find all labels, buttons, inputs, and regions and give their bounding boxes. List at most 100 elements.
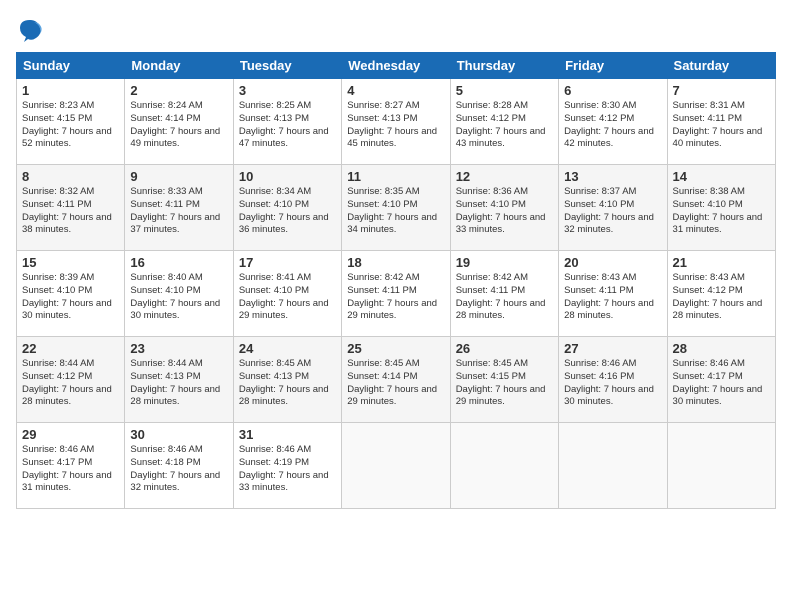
sunset-text: Sunset: 4:12 PM	[564, 113, 634, 124]
daylight-text: Daylight: 7 hours and 32 minutes.	[130, 470, 220, 494]
daylight-text: Daylight: 7 hours and 37 minutes.	[130, 212, 220, 236]
daylight-text: Daylight: 7 hours and 38 minutes.	[22, 212, 112, 236]
table-row: 2 Sunrise: 8:24 AM Sunset: 4:14 PM Dayli…	[125, 79, 233, 165]
sunrise-text: Sunrise: 8:45 AM	[347, 358, 419, 369]
table-row: 12 Sunrise: 8:36 AM Sunset: 4:10 PM Dayl…	[450, 165, 558, 251]
sunrise-text: Sunrise: 8:46 AM	[673, 358, 745, 369]
daylight-text: Daylight: 7 hours and 28 minutes.	[564, 298, 654, 322]
sunrise-text: Sunrise: 8:43 AM	[564, 272, 636, 283]
day-info: Sunrise: 8:25 AM Sunset: 4:13 PM Dayligh…	[239, 100, 336, 151]
table-row: 3 Sunrise: 8:25 AM Sunset: 4:13 PM Dayli…	[233, 79, 341, 165]
day-info: Sunrise: 8:34 AM Sunset: 4:10 PM Dayligh…	[239, 186, 336, 237]
sunset-text: Sunset: 4:12 PM	[456, 113, 526, 124]
day-number: 8	[22, 169, 119, 184]
sunset-text: Sunset: 4:10 PM	[347, 199, 417, 210]
daylight-text: Daylight: 7 hours and 28 minutes.	[456, 298, 546, 322]
daylight-text: Daylight: 7 hours and 31 minutes.	[673, 212, 763, 236]
daylight-text: Daylight: 7 hours and 52 minutes.	[22, 126, 112, 150]
day-number: 27	[564, 341, 661, 356]
table-row	[450, 423, 558, 509]
daylight-text: Daylight: 7 hours and 28 minutes.	[239, 384, 329, 408]
day-info: Sunrise: 8:41 AM Sunset: 4:10 PM Dayligh…	[239, 272, 336, 323]
table-row: 9 Sunrise: 8:33 AM Sunset: 4:11 PM Dayli…	[125, 165, 233, 251]
sunrise-text: Sunrise: 8:23 AM	[22, 100, 94, 111]
sunrise-text: Sunrise: 8:42 AM	[347, 272, 419, 283]
daylight-text: Daylight: 7 hours and 40 minutes.	[673, 126, 763, 150]
table-row: 25 Sunrise: 8:45 AM Sunset: 4:14 PM Dayl…	[342, 337, 450, 423]
logo	[16, 16, 48, 44]
table-row: 18 Sunrise: 8:42 AM Sunset: 4:11 PM Dayl…	[342, 251, 450, 337]
day-number: 24	[239, 341, 336, 356]
sunrise-text: Sunrise: 8:25 AM	[239, 100, 311, 111]
day-number: 13	[564, 169, 661, 184]
table-row: 1 Sunrise: 8:23 AM Sunset: 4:15 PM Dayli…	[17, 79, 125, 165]
table-row: 26 Sunrise: 8:45 AM Sunset: 4:15 PM Dayl…	[450, 337, 558, 423]
col-wednesday: Wednesday	[342, 53, 450, 79]
day-number: 12	[456, 169, 553, 184]
table-row: 20 Sunrise: 8:43 AM Sunset: 4:11 PM Dayl…	[559, 251, 667, 337]
table-row	[342, 423, 450, 509]
day-info: Sunrise: 8:33 AM Sunset: 4:11 PM Dayligh…	[130, 186, 227, 237]
table-row: 7 Sunrise: 8:31 AM Sunset: 4:11 PM Dayli…	[667, 79, 775, 165]
sunset-text: Sunset: 4:13 PM	[130, 371, 200, 382]
sunrise-text: Sunrise: 8:45 AM	[239, 358, 311, 369]
col-thursday: Thursday	[450, 53, 558, 79]
day-number: 22	[22, 341, 119, 356]
daylight-text: Daylight: 7 hours and 32 minutes.	[564, 212, 654, 236]
day-info: Sunrise: 8:36 AM Sunset: 4:10 PM Dayligh…	[456, 186, 553, 237]
header-row: Sunday Monday Tuesday Wednesday Thursday…	[17, 53, 776, 79]
sunset-text: Sunset: 4:10 PM	[130, 285, 200, 296]
sunrise-text: Sunrise: 8:39 AM	[22, 272, 94, 283]
sunset-text: Sunset: 4:12 PM	[22, 371, 92, 382]
sunset-text: Sunset: 4:11 PM	[22, 199, 92, 210]
table-row: 4 Sunrise: 8:27 AM Sunset: 4:13 PM Dayli…	[342, 79, 450, 165]
sunrise-text: Sunrise: 8:34 AM	[239, 186, 311, 197]
day-number: 20	[564, 255, 661, 270]
table-row: 21 Sunrise: 8:43 AM Sunset: 4:12 PM Dayl…	[667, 251, 775, 337]
sunset-text: Sunset: 4:15 PM	[22, 113, 92, 124]
day-number: 16	[130, 255, 227, 270]
sunrise-text: Sunrise: 8:35 AM	[347, 186, 419, 197]
daylight-text: Daylight: 7 hours and 28 minutes.	[673, 298, 763, 322]
day-number: 21	[673, 255, 770, 270]
sunset-text: Sunset: 4:11 PM	[347, 285, 417, 296]
day-number: 1	[22, 83, 119, 98]
sunset-text: Sunset: 4:13 PM	[239, 113, 309, 124]
day-number: 14	[673, 169, 770, 184]
sunset-text: Sunset: 4:14 PM	[347, 371, 417, 382]
sunrise-text: Sunrise: 8:37 AM	[564, 186, 636, 197]
sunrise-text: Sunrise: 8:42 AM	[456, 272, 528, 283]
table-row	[667, 423, 775, 509]
sunrise-text: Sunrise: 8:43 AM	[673, 272, 745, 283]
day-info: Sunrise: 8:43 AM Sunset: 4:11 PM Dayligh…	[564, 272, 661, 323]
table-row: 30 Sunrise: 8:46 AM Sunset: 4:18 PM Dayl…	[125, 423, 233, 509]
day-info: Sunrise: 8:30 AM Sunset: 4:12 PM Dayligh…	[564, 100, 661, 151]
sunrise-text: Sunrise: 8:46 AM	[239, 444, 311, 455]
sunrise-text: Sunrise: 8:24 AM	[130, 100, 202, 111]
sunset-text: Sunset: 4:11 PM	[564, 285, 634, 296]
table-row: 28 Sunrise: 8:46 AM Sunset: 4:17 PM Dayl…	[667, 337, 775, 423]
table-row: 16 Sunrise: 8:40 AM Sunset: 4:10 PM Dayl…	[125, 251, 233, 337]
daylight-text: Daylight: 7 hours and 28 minutes.	[130, 384, 220, 408]
day-info: Sunrise: 8:44 AM Sunset: 4:13 PM Dayligh…	[130, 358, 227, 409]
daylight-text: Daylight: 7 hours and 47 minutes.	[239, 126, 329, 150]
day-number: 26	[456, 341, 553, 356]
day-info: Sunrise: 8:27 AM Sunset: 4:13 PM Dayligh…	[347, 100, 444, 151]
day-number: 3	[239, 83, 336, 98]
daylight-text: Daylight: 7 hours and 29 minutes.	[456, 384, 546, 408]
col-monday: Monday	[125, 53, 233, 79]
day-info: Sunrise: 8:38 AM Sunset: 4:10 PM Dayligh…	[673, 186, 770, 237]
sunrise-text: Sunrise: 8:28 AM	[456, 100, 528, 111]
day-info: Sunrise: 8:42 AM Sunset: 4:11 PM Dayligh…	[456, 272, 553, 323]
day-number: 5	[456, 83, 553, 98]
day-number: 4	[347, 83, 444, 98]
sunset-text: Sunset: 4:18 PM	[130, 457, 200, 468]
table-row: 27 Sunrise: 8:46 AM Sunset: 4:16 PM Dayl…	[559, 337, 667, 423]
day-number: 2	[130, 83, 227, 98]
table-row: 24 Sunrise: 8:45 AM Sunset: 4:13 PM Dayl…	[233, 337, 341, 423]
calendar-week-row: 22 Sunrise: 8:44 AM Sunset: 4:12 PM Dayl…	[17, 337, 776, 423]
daylight-text: Daylight: 7 hours and 30 minutes.	[673, 384, 763, 408]
sunset-text: Sunset: 4:14 PM	[130, 113, 200, 124]
daylight-text: Daylight: 7 hours and 29 minutes.	[239, 298, 329, 322]
table-row: 6 Sunrise: 8:30 AM Sunset: 4:12 PM Dayli…	[559, 79, 667, 165]
